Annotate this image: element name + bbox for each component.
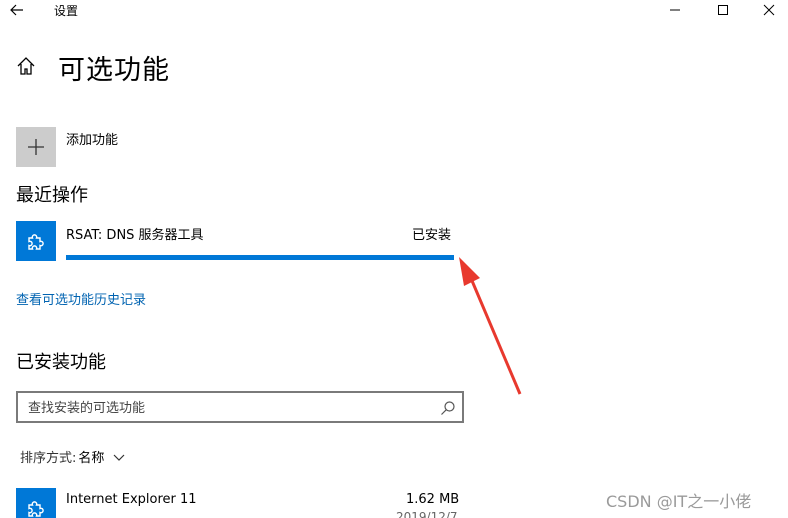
install-progress-bar [66, 255, 454, 260]
add-feature-label[interactable]: 添加功能 [66, 129, 118, 148]
puzzle-icon [28, 501, 44, 517]
installed-feature-date: 2019/12/7 [396, 510, 458, 518]
installed-features-heading: 已安装功能 [16, 352, 106, 373]
window-title: 设置 [54, 4, 79, 18]
installed-feature-name[interactable]: Internet Explorer 11 [66, 492, 197, 507]
title-bar: 设置 [0, 0, 788, 22]
back-button[interactable] [4, 0, 30, 20]
page-title: 可选功能 [58, 55, 170, 86]
install-progress-fill [66, 255, 454, 260]
puzzle-icon [28, 234, 44, 250]
add-feature-button[interactable] [16, 127, 56, 167]
maximize-icon [718, 5, 728, 15]
feature-tile[interactable] [16, 488, 56, 518]
search-input[interactable] [28, 399, 428, 417]
chevron-down-icon [113, 454, 125, 461]
search-icon[interactable] [440, 400, 456, 416]
home-icon [17, 57, 35, 75]
sort-label: 排序方式: [20, 451, 77, 466]
minimize-button[interactable] [660, 0, 690, 20]
close-button[interactable] [754, 0, 784, 20]
arrow-left-icon [10, 4, 23, 16]
installed-feature-size: 1.62 MB [406, 492, 460, 507]
annotation-arrow-icon [459, 257, 522, 395]
plus-icon [28, 139, 44, 155]
sort-selector[interactable]: 排序方式: 名称 [20, 447, 126, 466]
recent-actions-heading: 最近操作 [16, 185, 88, 206]
home-button[interactable] [14, 54, 38, 78]
recent-feature-name: RSAT: DNS 服务器工具 [66, 228, 204, 243]
view-history-link[interactable]: 查看可选功能历史记录 [16, 289, 146, 308]
sort-dropdown[interactable] [112, 450, 126, 464]
feature-tile [16, 221, 56, 261]
sort-value[interactable]: 名称 [78, 447, 104, 466]
maximize-button[interactable] [708, 0, 738, 20]
search-box[interactable] [16, 391, 464, 423]
watermark: CSDN @IT之一小佬 [606, 492, 752, 511]
close-icon [763, 4, 775, 16]
minimize-icon [670, 9, 680, 11]
